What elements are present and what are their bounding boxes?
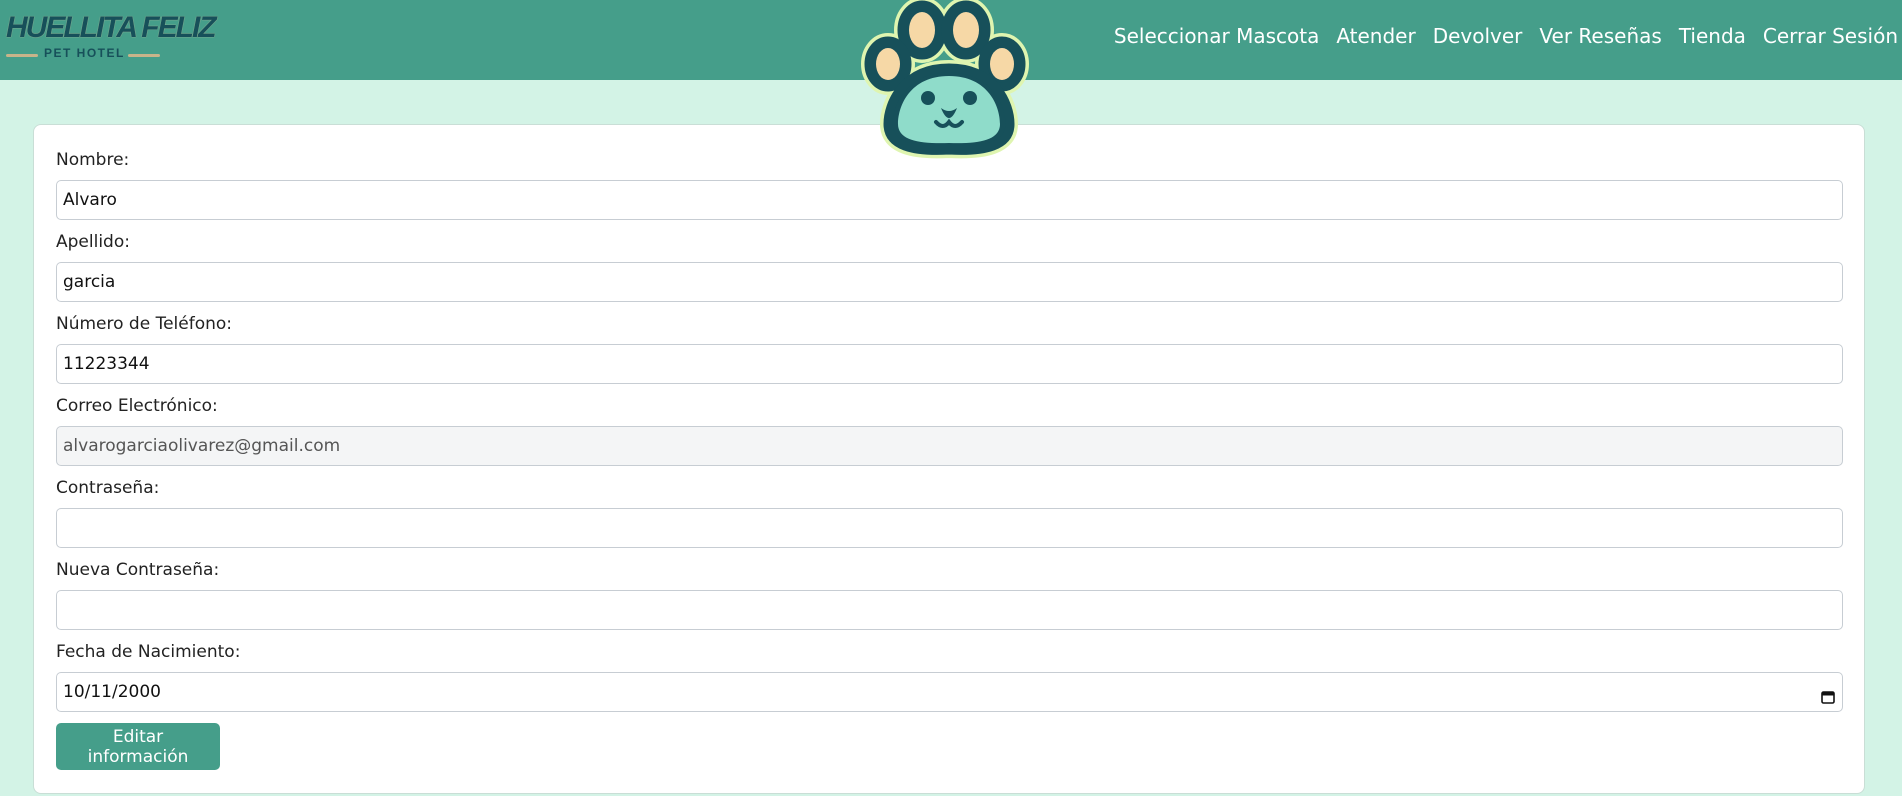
nav-tienda[interactable]: Tienda <box>1679 22 1746 50</box>
fecha-group: Fecha de Nacimiento: <box>56 641 1843 712</box>
apellido-group: Apellido: <box>56 231 1843 302</box>
nombre-input[interactable] <box>56 180 1843 220</box>
nav-cerrar-sesion[interactable]: Cerrar Sesión <box>1763 22 1898 50</box>
contrasena-input[interactable] <box>56 508 1843 548</box>
main-nav: Seleccionar Mascota Atender Devolver Ver… <box>1114 22 1898 50</box>
profile-edit-card: Nombre: Apellido: Número de Teléfono: Co… <box>33 124 1865 794</box>
fecha-nacimiento-input[interactable] <box>56 672 1843 712</box>
nav-atender[interactable]: Atender <box>1336 22 1415 50</box>
logo-divider-right <box>128 54 160 57</box>
telefono-label: Número de Teléfono: <box>56 314 233 334</box>
nav-devolver[interactable]: Devolver <box>1433 22 1523 50</box>
nueva-contrasena-label: Nueva Contraseña: <box>56 560 220 580</box>
apellido-input[interactable] <box>56 262 1843 302</box>
brand-logo[interactable]: HUELLITA FELIZ PET HOTEL <box>6 11 217 62</box>
contrasena-label: Contraseña: <box>56 478 160 498</box>
calendar-icon[interactable] <box>1821 689 1835 704</box>
apellido-label: Apellido: <box>56 232 130 252</box>
brand-name: HUELLITA FELIZ <box>6 11 217 44</box>
nav-seleccionar-mascota[interactable]: Seleccionar Mascota <box>1114 22 1319 50</box>
paw-icon <box>858 0 1040 160</box>
logo-divider-left <box>6 54 38 57</box>
brand-subtitle: PET HOTEL <box>44 46 125 60</box>
nueva-contrasena-input[interactable] <box>56 590 1843 630</box>
correo-group: Correo Electrónico: <box>56 395 1843 466</box>
nueva-contrasena-group: Nueva Contraseña: <box>56 559 1843 630</box>
correo-input[interactable] <box>56 426 1843 466</box>
editar-informacion-button[interactable]: Editar información <box>56 723 220 770</box>
telefono-group: Número de Teléfono: <box>56 313 1843 384</box>
telefono-input[interactable] <box>56 344 1843 384</box>
fecha-label: Fecha de Nacimiento: <box>56 642 241 662</box>
nav-ver-resenas[interactable]: Ver Reseñas <box>1539 22 1661 50</box>
correo-label: Correo Electrónico: <box>56 396 218 416</box>
contrasena-group: Contraseña: <box>56 477 1843 548</box>
fecha-field-wrapper <box>56 672 1843 712</box>
